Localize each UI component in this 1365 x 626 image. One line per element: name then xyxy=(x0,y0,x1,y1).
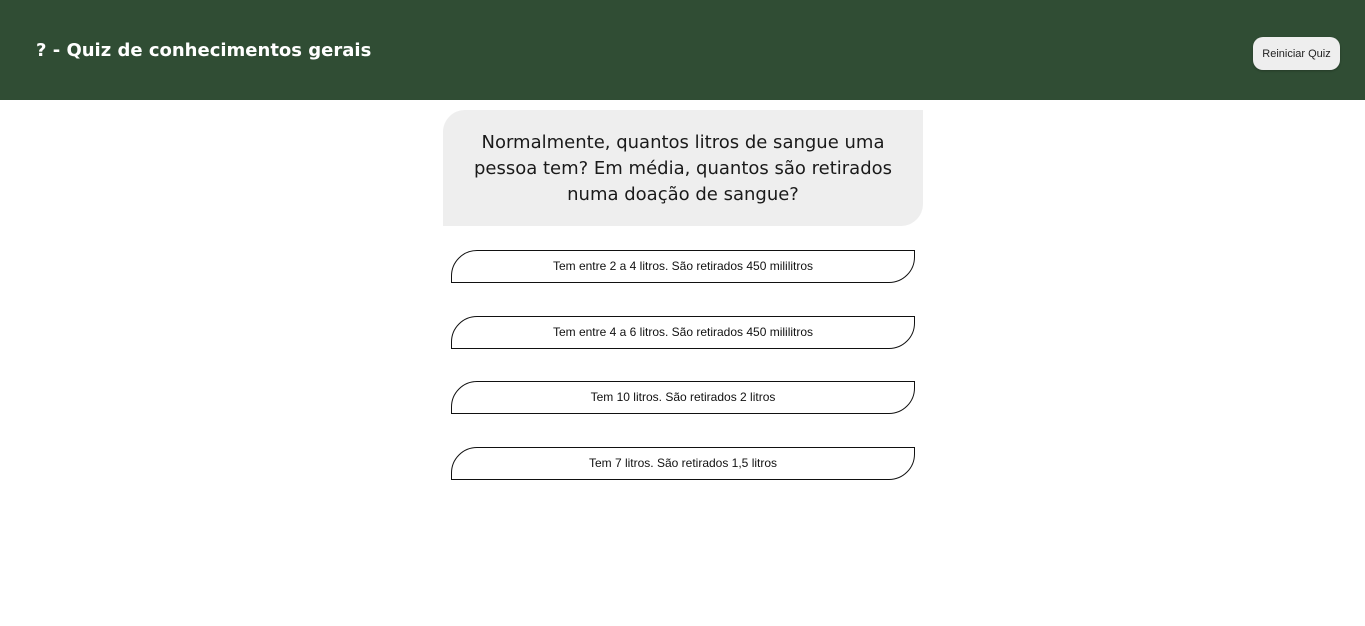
question-text: Normalmente, quantos litros de sangue um… xyxy=(473,132,893,205)
restart-quiz-button[interactable]: Reiniciar Quiz xyxy=(1253,37,1340,70)
answer-option-3[interactable]: Tem 10 litros. São retirados 2 litros xyxy=(451,381,915,414)
answer-option-1[interactable]: Tem entre 2 a 4 litros. São retirados 45… xyxy=(451,250,915,283)
app-header: ? - Quiz de conhecimentos gerais Reinici… xyxy=(0,0,1365,100)
answer-option-2[interactable]: Tem entre 4 a 6 litros. São retirados 45… xyxy=(451,316,915,349)
answer-option-4[interactable]: Tem 7 litros. São retirados 1,5 litros xyxy=(451,447,915,480)
page-title: ? - Quiz de conhecimentos gerais xyxy=(36,40,372,61)
question-card: Normalmente, quantos litros de sangue um… xyxy=(443,110,923,226)
